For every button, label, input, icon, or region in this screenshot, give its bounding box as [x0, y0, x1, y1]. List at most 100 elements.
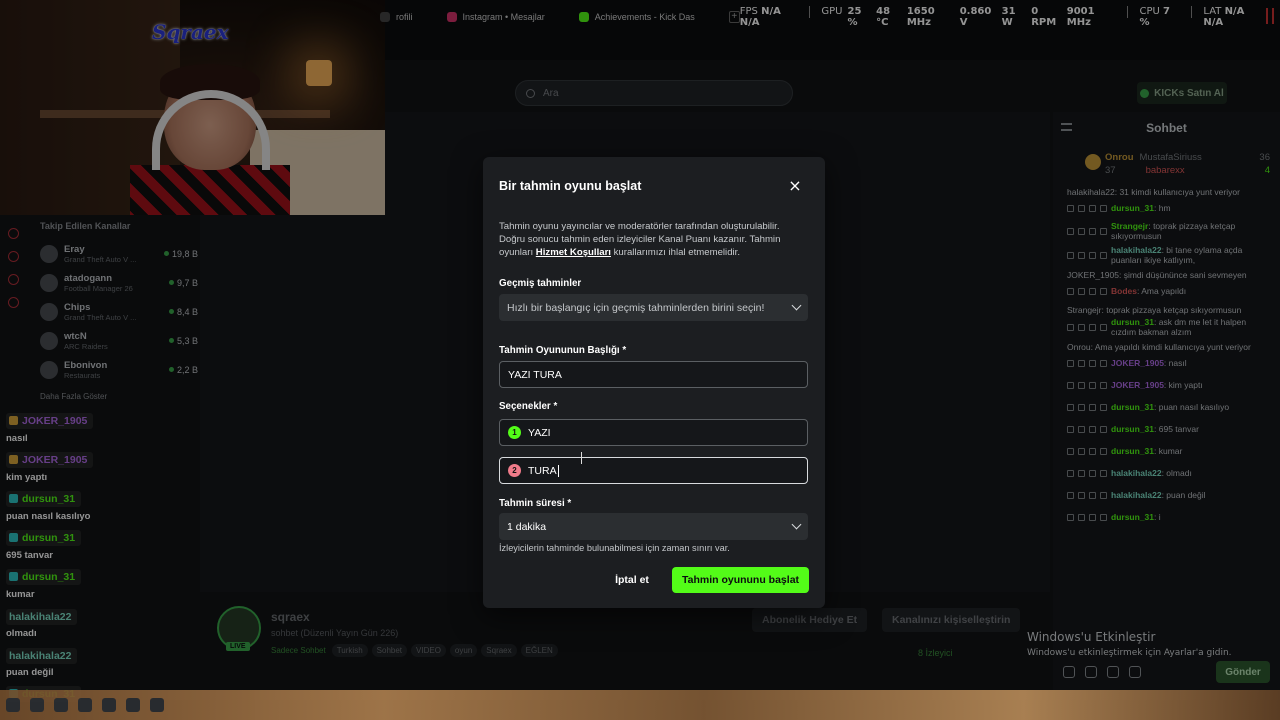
- badge-icon[interactable]: [1100, 403, 1107, 411]
- ban-icon[interactable]: [1089, 227, 1096, 235]
- badge-icon[interactable]: [1100, 227, 1107, 235]
- pin-icon[interactable]: [1067, 227, 1074, 235]
- badge-icon[interactable]: [1100, 513, 1107, 521]
- ban-icon[interactable]: [1089, 359, 1096, 367]
- cancel-button[interactable]: İptal et: [607, 568, 657, 591]
- compass-icon[interactable]: [8, 228, 19, 239]
- badge-icon[interactable]: [1100, 381, 1107, 389]
- close-icon[interactable]: ×: [786, 178, 804, 196]
- timeout-icon[interactable]: [1078, 447, 1085, 455]
- timeout-icon[interactable]: [1078, 251, 1085, 259]
- timeout-icon[interactable]: [1078, 287, 1085, 295]
- timeout-icon[interactable]: [1078, 469, 1085, 477]
- chat-settings-icon[interactable]: [1107, 666, 1119, 678]
- ban-icon[interactable]: [1089, 469, 1096, 477]
- stream-tag[interactable]: oyun: [449, 644, 478, 657]
- chat-username[interactable]: JOKER_1905: [1111, 358, 1164, 368]
- send-button[interactable]: Gönder: [1216, 661, 1270, 683]
- badge-icon[interactable]: [1100, 204, 1107, 212]
- chat-username[interactable]: Strangejr: [1111, 221, 1148, 231]
- chat-username[interactable]: dursun_31: [1111, 402, 1154, 412]
- browser-icon[interactable]: [126, 698, 140, 712]
- pin-icon[interactable]: [1067, 359, 1074, 367]
- show-more-link[interactable]: Daha Fazla Göster: [40, 392, 198, 401]
- following-icon[interactable]: [8, 251, 19, 262]
- timeout-icon[interactable]: [1078, 323, 1085, 331]
- sidebar-channel-item[interactable]: Eray Grand Theft Auto V ... 19,8 B: [30, 239, 198, 268]
- option-2-input[interactable]: 2 TURA: [499, 457, 808, 484]
- search-taskbar-icon[interactable]: [30, 698, 44, 712]
- start-prediction-button[interactable]: Tahmin oyununu başlat: [672, 567, 809, 593]
- badge-icon[interactable]: [1100, 251, 1107, 259]
- start-icon[interactable]: [6, 698, 20, 712]
- timeout-icon[interactable]: [1078, 425, 1085, 433]
- stream-tag[interactable]: Sohbet: [371, 644, 408, 657]
- prediction-title-input[interactable]: YAZI TURA: [499, 361, 808, 388]
- pin-icon[interactable]: [1067, 287, 1074, 295]
- discord-icon[interactable]: [102, 698, 116, 712]
- pin-icon[interactable]: [1067, 323, 1074, 331]
- chat-username[interactable]: dursun_31: [1111, 512, 1154, 522]
- pin-icon[interactable]: [1067, 425, 1074, 433]
- pin-icon[interactable]: [1067, 251, 1074, 259]
- browser-tab[interactable]: rofili: [380, 12, 413, 22]
- ban-icon[interactable]: [1089, 287, 1096, 295]
- chat-username[interactable]: halakihala22: [1111, 490, 1162, 500]
- ban-icon[interactable]: [1089, 425, 1096, 433]
- badge-icon[interactable]: [1100, 447, 1107, 455]
- opera-icon[interactable]: [150, 698, 164, 712]
- ban-icon[interactable]: [1089, 323, 1096, 331]
- badge-icon[interactable]: [1100, 323, 1107, 331]
- badge-icon[interactable]: [1100, 469, 1107, 477]
- emote-icon[interactable]: [1129, 666, 1141, 678]
- new-tab-button[interactable]: +: [728, 11, 740, 23]
- buy-kicks-button[interactable]: KICKs Satın Al: [1137, 82, 1227, 104]
- timeout-icon[interactable]: [1078, 359, 1085, 367]
- timeout-icon[interactable]: [1078, 227, 1085, 235]
- clips-icon[interactable]: [8, 274, 19, 285]
- points-icon[interactable]: [1063, 666, 1075, 678]
- browser-tab[interactable]: Instagram • Mesajlar: [446, 12, 545, 22]
- badge-icon[interactable]: [1100, 287, 1107, 295]
- badge-icon[interactable]: [1100, 491, 1107, 499]
- ban-icon[interactable]: [1089, 447, 1096, 455]
- timeout-icon[interactable]: [1078, 381, 1085, 389]
- option-1-input[interactable]: 1 YAZI: [499, 419, 808, 446]
- chat-username[interactable]: halakihala22: [1111, 468, 1162, 478]
- chat-username[interactable]: dursun_31: [1111, 446, 1154, 456]
- sidebar-channel-item[interactable]: Ebonivon Restaurats 2,2 B: [30, 355, 198, 384]
- sidebar-channel-item[interactable]: Chips Grand Theft Auto V ... 8,4 B: [30, 297, 198, 326]
- search-bar[interactable]: Ara: [515, 80, 793, 106]
- stream-tag[interactable]: EĞLEN: [520, 644, 558, 657]
- chat-username[interactable]: dursun_31: [1111, 203, 1154, 213]
- ban-icon[interactable]: [1089, 204, 1096, 212]
- steam-icon[interactable]: [78, 698, 92, 712]
- timeout-icon[interactable]: [1078, 204, 1085, 212]
- sidebar-channel-item[interactable]: atadogann Football Manager 26 9,7 B: [30, 268, 198, 297]
- chat-username[interactable]: Bodes: [1111, 286, 1137, 296]
- duration-select[interactable]: 1 dakika: [499, 513, 808, 540]
- stream-tag[interactable]: Sqraex: [481, 644, 517, 657]
- gift-icon[interactable]: [1085, 666, 1097, 678]
- badge-icon[interactable]: [1100, 359, 1107, 367]
- chat-username[interactable]: dursun_31: [1111, 317, 1154, 327]
- ban-icon[interactable]: [1089, 513, 1096, 521]
- ban-icon[interactable]: [1089, 491, 1096, 499]
- pin-icon[interactable]: [1067, 204, 1074, 212]
- ban-icon[interactable]: [1089, 251, 1096, 259]
- collapse-menu-icon[interactable]: [1061, 123, 1072, 131]
- streamer-name[interactable]: sqraex: [271, 610, 310, 624]
- pin-icon[interactable]: [1067, 381, 1074, 389]
- settings-icon[interactable]: [8, 297, 19, 308]
- browser-tab[interactable]: Achievements - Kick Das: [578, 12, 695, 22]
- pin-icon[interactable]: [1067, 403, 1074, 411]
- stream-category[interactable]: Sadece Sohbet: [271, 646, 326, 655]
- past-predictions-select[interactable]: Hızlı bir başlangıç için geçmiş tahminle…: [499, 294, 808, 321]
- timeout-icon[interactable]: [1078, 491, 1085, 499]
- timeout-icon[interactable]: [1078, 513, 1085, 521]
- stream-tag[interactable]: VIDEO: [411, 644, 446, 657]
- pin-icon[interactable]: [1067, 447, 1074, 455]
- ban-icon[interactable]: [1089, 381, 1096, 389]
- chat-username[interactable]: JOKER_1905: [1111, 380, 1164, 390]
- explorer-icon[interactable]: [54, 698, 68, 712]
